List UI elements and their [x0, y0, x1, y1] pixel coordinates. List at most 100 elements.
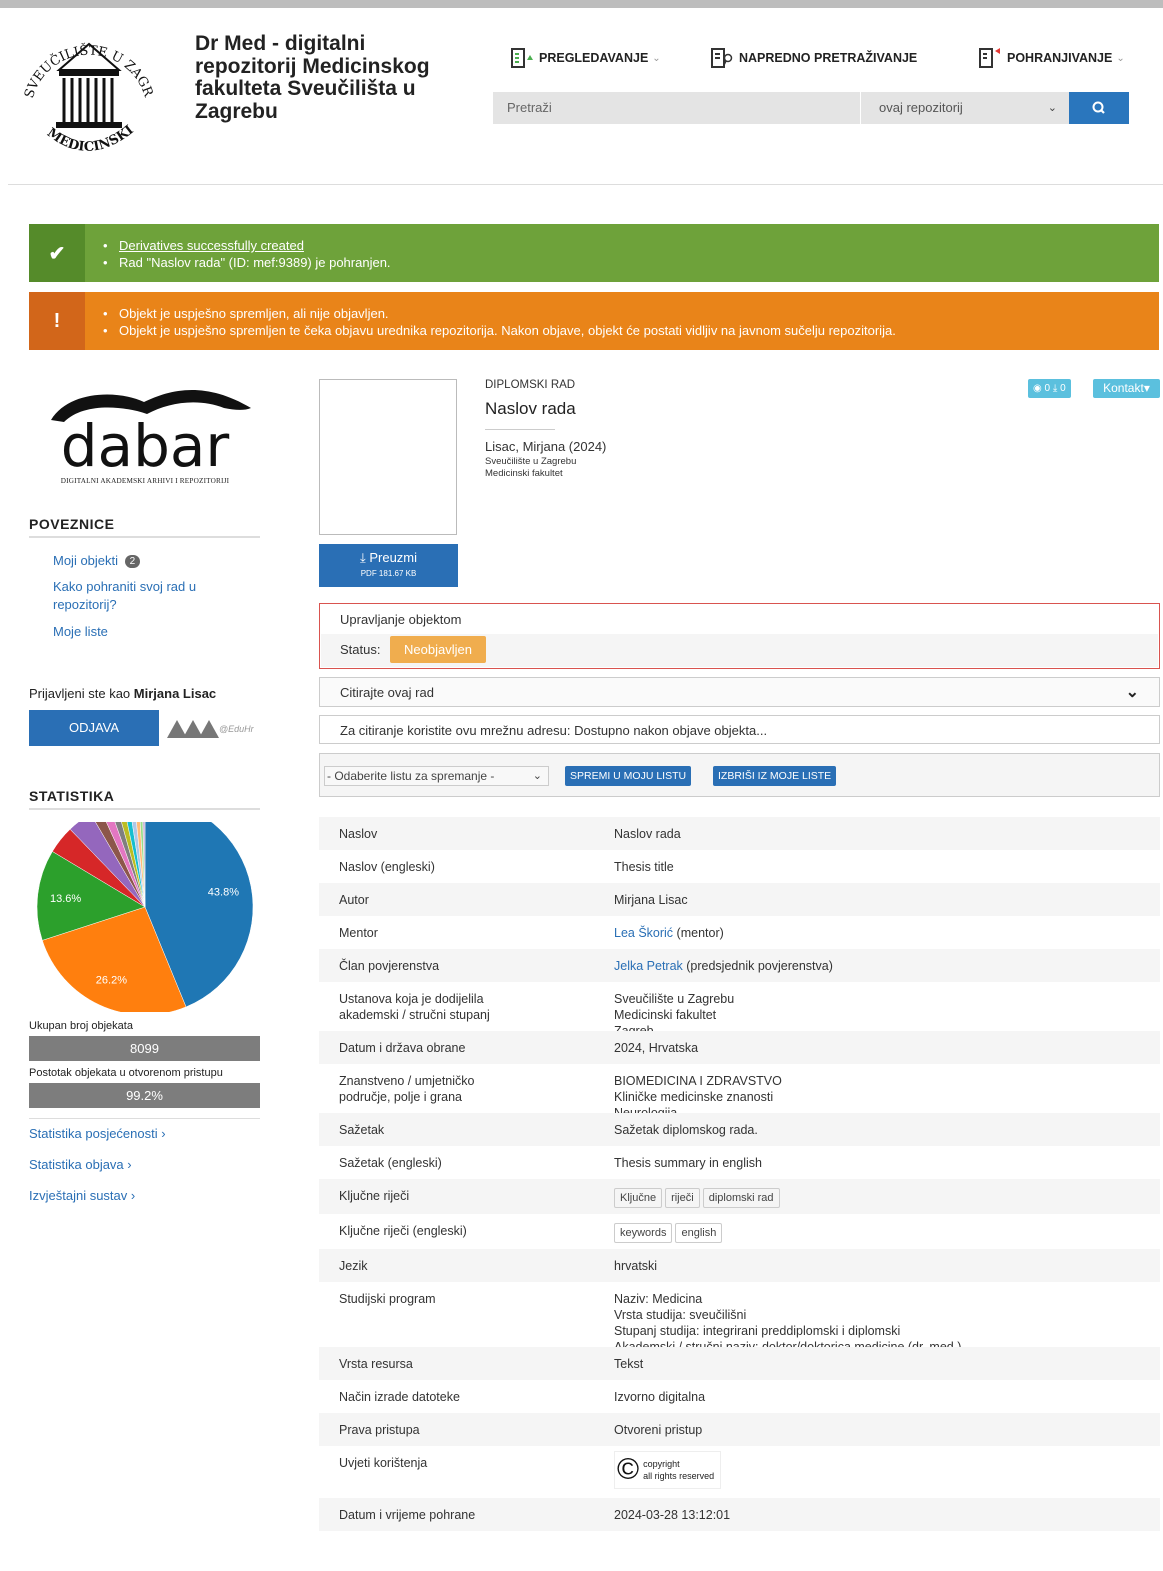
metadata-row: Prava pristupa Otvoreni pristup [319, 1413, 1160, 1446]
person-link[interactable]: Lea Škorić [614, 926, 673, 940]
metadata-value-line: Stupanj studija: integrirani preddiploms… [614, 1324, 901, 1338]
metadata-value: 2024-03-28 13:12:01 [614, 1507, 1154, 1523]
nav-browse-label: PREGLEDAVANJE [539, 51, 649, 65]
metadata-value-line: Vrsta studija: sveučilišni [614, 1308, 747, 1322]
derivatives-link[interactable]: Derivatives successfully created [119, 238, 304, 253]
dabar-wordmark: dabar [61, 412, 230, 470]
metadata-row: Uvjeti korištenja © copyright all rights re… [319, 1446, 1160, 1498]
metadata-value: Tekst [614, 1356, 1154, 1372]
visit-stats-link[interactable]: Statistika posjećenosti › [29, 1126, 166, 1141]
metadata-key: Naslov [339, 827, 378, 841]
metadata-value: Thesis title [614, 859, 1154, 875]
metadata-key: Ustanova koja je dodijelila akademski / s… [339, 991, 589, 1023]
list-select[interactable]: - Odaberite listu za spremanje - ⌄ [324, 766, 549, 786]
eduhr-logo: @EduHr [165, 716, 255, 740]
keyword-tag[interactable]: riječi [665, 1188, 700, 1208]
logged-in-prefix: Prijavljeni ste kao [29, 686, 131, 701]
metadata-value-line: Naslov rada [614, 827, 681, 841]
open-access-label: Postotak objekata u otvorenom pristupu [29, 1067, 223, 1079]
nav-deposit[interactable]: POHRANJIVANJE ⌄ [979, 48, 1125, 68]
metadata-value: Jelka Petrak (predsjednik povjerenstva) [614, 958, 1154, 974]
record-type: DIPLOMSKI RAD [485, 379, 576, 391]
pie-slice-label: 13.6% [50, 893, 81, 905]
metadata-row: Naslov Naslov rada [319, 817, 1160, 850]
my-objects-count-badge: 2 [124, 555, 141, 568]
statistics-pie-chart: 43.8% 26.2% 13.6% [36, 822, 254, 1012]
site-title[interactable]: Dr Med - digitalni repozitorij Medicinsk… [195, 32, 455, 123]
dabar-subtitle: DIGITALNI AKADEMSKI ARHIVI I REPOZITORIJ… [60, 477, 230, 485]
university-seal-logo[interactable]: SVEUČILIŠTE U ZAGREBU MEDICINSKI FAKULTE… [14, 22, 164, 162]
metadata-row: Sažetak Sažetak diplomskog rada. [319, 1113, 1160, 1146]
record-author-line: Lisac, Mirjana (2024) [485, 439, 607, 454]
metadata-value-line: Mirjana Lisac [614, 893, 688, 907]
person-role: (mentor) [673, 926, 724, 940]
site-header: SVEUČILIŠTE U ZAGREBU MEDICINSKI FAKULTE… [8, 8, 1163, 185]
metadata-row: Znanstveno / umjetničko područje, polje i… [319, 1064, 1160, 1120]
dabar-logo[interactable]: dabar DIGITALNI AKADEMSKI ARHIVI I REPOZ… [29, 380, 261, 490]
check-icon: ✔ [29, 224, 85, 282]
contact-dropdown-button[interactable]: Kontakt▾ [1093, 379, 1160, 398]
keyword-tag[interactable]: english [675, 1223, 723, 1243]
contact-label: Kontakt [1103, 381, 1144, 395]
nav-browse[interactable]: PREGLEDAVANJE ⌄ [511, 48, 661, 68]
chevron-down-icon: ⌄ [1047, 102, 1057, 114]
search-scope-select[interactable]: ovaj repozitorij ⌄ [860, 92, 1069, 124]
record-institution: Sveučilište u Zagrebu [485, 456, 577, 467]
keyword-tag[interactable]: diplomski rad [702, 1188, 780, 1208]
person-link[interactable]: Jelka Petrak [614, 959, 683, 973]
cite-panel[interactable]: Citirajte ovaj rad ⌄ [319, 677, 1160, 707]
metadata-key: Jezik [339, 1259, 368, 1273]
pie-slice-label: 26.2% [96, 975, 127, 987]
metadata-key: Studijski program [339, 1292, 436, 1306]
caret-down-icon: ▾ [1143, 381, 1150, 395]
how-to-deposit-link[interactable]: Kako pohraniti svoj rad u repozitorij? [53, 578, 253, 614]
delete-from-list-button[interactable]: IZBRIŠI IZ MOJE LISTE [713, 766, 837, 786]
downloads-count: 0 [1060, 383, 1066, 394]
nav-advanced-search[interactable]: NAPREDNO PRETRAŽIVANJE [711, 48, 917, 68]
metadata-value: Naslov rada [614, 826, 1154, 842]
keyword-tag[interactable]: Ključne [614, 1188, 663, 1208]
metadata-row: Studijski program Naziv: Medicina Vrsta st… [319, 1282, 1160, 1354]
eduhr-label: @EduHr [219, 724, 254, 734]
search-scope-value: ovaj repozitorij [879, 100, 963, 115]
total-objects-value: 8099 [29, 1036, 260, 1061]
metadata-value: Otvoreni pristup [614, 1422, 1154, 1438]
search-button[interactable] [1069, 92, 1129, 124]
metadata-value: Thesis summary in english [614, 1155, 1154, 1171]
metadata-key: Vrsta resursa [339, 1357, 413, 1371]
metadata-value-line: Thesis summary in english [614, 1156, 762, 1170]
metadata-value-line: 2024, Hrvatska [614, 1041, 699, 1055]
metadata-row: Način izrade datoteke Izvorno digitalna [319, 1380, 1160, 1413]
metadata-key: Sažetak (engleski) [339, 1156, 442, 1170]
record-faculty: Medicinski fakultet [485, 468, 563, 479]
download-button[interactable]: ⤓ Preuzmi PDF 181.67 KB [319, 544, 458, 587]
keyword-tag[interactable]: keywords [614, 1223, 673, 1243]
metadata-key-line: Ustanova koja je dodijelila [339, 992, 484, 1006]
search-input[interactable]: Pretraži [493, 92, 860, 124]
reporting-system-link[interactable]: Izvještajni sustav › [29, 1188, 135, 1203]
list-select-value: - Odaberite listu za spremanje - [327, 769, 495, 783]
copyright-line-1: copyright [643, 1459, 680, 1469]
browse-icon [511, 48, 533, 68]
metadata-value-line: 2024-03-28 13:12:01 [614, 1508, 731, 1522]
success-message: Rad "Naslov rada" (ID: mef:9389) je pohr… [103, 254, 1159, 271]
metadata-value: Mirjana Lisac [614, 892, 1154, 908]
exclamation-icon: ! [29, 292, 85, 350]
my-lists-link[interactable]: Moje liste [53, 624, 253, 639]
download-icon: ⤓ [359, 550, 366, 565]
publication-stats-link[interactable]: Statistika objava › [29, 1157, 132, 1172]
warning-message-2: Objekt je uspješno spremljen te čeka obj… [103, 322, 1159, 339]
metadata-row: Jezik hrvatski [319, 1249, 1160, 1282]
metadata-key: Mentor [339, 926, 378, 940]
download-meta: PDF 181.67 KB [360, 569, 417, 578]
cite-url-panel: Za citiranje koristite ovu mrežnu adresu… [319, 715, 1160, 744]
logout-button[interactable]: ODJAVA [29, 710, 159, 746]
my-objects-link[interactable]: Moji objekti 2 [53, 553, 253, 568]
save-to-list-button[interactable]: SPREMI U MOJU LISTU [565, 766, 692, 786]
metadata-value-line: Sažetak diplomskog rada. [614, 1123, 758, 1137]
cite-url-text: Za citiranje koristite ovu mrežnu adresu… [340, 723, 768, 738]
cite-title: Citirajte ovaj rad [340, 685, 434, 700]
metadata-key: Uvjeti korištenja [339, 1456, 428, 1470]
copyright-badge[interactable]: © copyright all rights reserved [614, 1451, 722, 1489]
document-thumbnail[interactable] [319, 379, 457, 535]
